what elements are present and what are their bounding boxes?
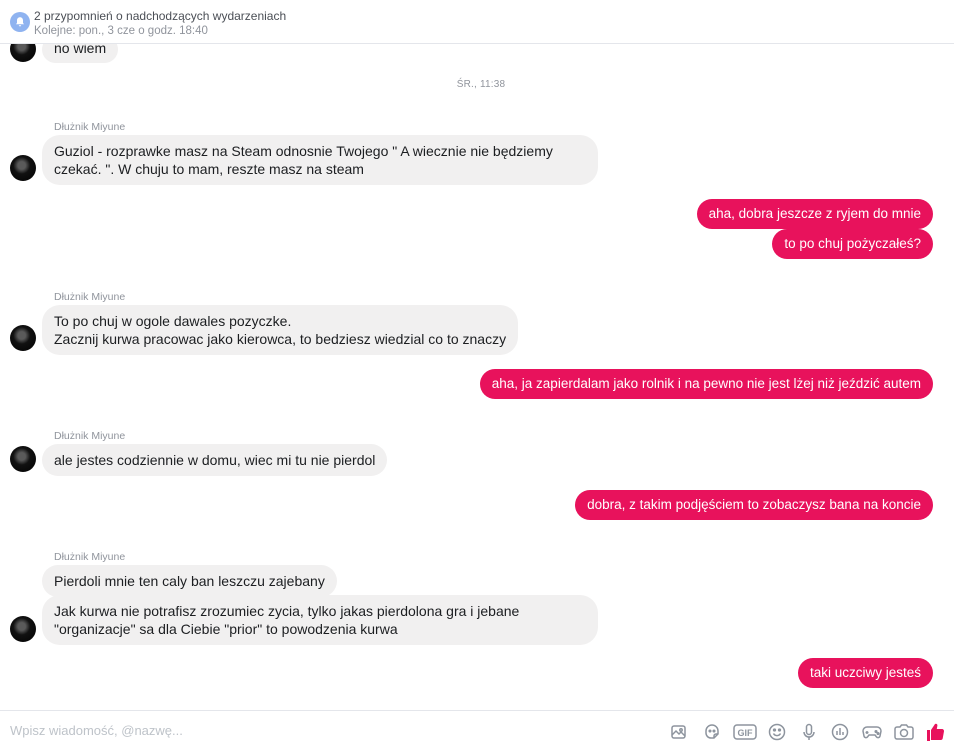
message-line: Zacznij kurwa pracowac jako kierowca, to… (54, 331, 507, 347)
camera-icon[interactable] (893, 721, 915, 743)
message-bubble-outgoing[interactable]: dobra, z takim podjęściem to zobaczysz b… (575, 490, 933, 520)
sticker-image-icon[interactable] (668, 721, 690, 743)
microphone-icon[interactable] (798, 721, 820, 743)
message-bubble-incoming[interactable]: Jak kurwa nie potrafisz zrozumiec zycia,… (42, 595, 598, 645)
message-line: To po chuj w ogole dawales pozyczke. (54, 313, 292, 329)
sender-name: Dłużnik Miyune (54, 291, 126, 303)
message-line: czekać. ". W chuju to mam, reszte masz n… (54, 161, 364, 177)
message-line: Guziol - rozprawke masz na Steam odnosni… (54, 143, 553, 159)
avatar[interactable] (10, 616, 36, 642)
message-bubble-outgoing[interactable]: aha, ja zapierdalam jako rolnik i na pew… (479, 369, 933, 399)
poll-icon[interactable] (829, 721, 851, 743)
message-composer: GIF (0, 710, 954, 750)
sender-name: Dłużnik Miyune (54, 121, 126, 133)
message-bubble-incoming[interactable]: Guziol - rozprawke masz na Steam odnosni… (42, 135, 598, 185)
thumbs-up-icon[interactable] (924, 721, 946, 743)
avatar[interactable] (10, 446, 36, 472)
message-bubble-incoming[interactable]: Pierdoli mnie ten caly ban leszczu zajeb… (42, 565, 337, 597)
emoji-sticker-icon[interactable] (701, 721, 723, 743)
sender-name: Dłużnik Miyune (54, 551, 126, 563)
reminder-subtitle: Kolejne: pon., 3 cze o godz. 18:40 (34, 25, 208, 37)
avatar[interactable] (10, 325, 36, 351)
gif-icon[interactable]: GIF (733, 721, 757, 743)
message-bubble-outgoing[interactable]: taki uczciwy jesteś (797, 658, 933, 688)
reminder-title: 2 przypomnień o nadchodzących wydarzenia… (34, 9, 287, 23)
bell-icon (10, 12, 30, 32)
avatar[interactable] (10, 155, 36, 181)
message-thread[interactable]: no wiem ŚR., 11:38 Dłużnik Miyune Guziol… (0, 44, 954, 710)
game-controller-icon[interactable] (861, 721, 883, 743)
sender-name: Dłużnik Miyune (54, 430, 126, 442)
message-bubble-incoming[interactable]: ale jestes codziennie w domu, wiec mi tu… (42, 444, 388, 476)
avatar[interactable] (10, 44, 36, 62)
svg-text:GIF: GIF (738, 728, 754, 738)
reminder-banner[interactable]: 2 przypomnień o nadchodzących wydarzenia… (0, 0, 954, 44)
message-bubble-outgoing[interactable]: to po chuj pożyczałeś? (772, 229, 933, 259)
message-bubble-incoming[interactable]: To po chuj w ogole dawales pozyczke. Zac… (42, 305, 519, 355)
timestamp-divider: ŚR., 11:38 (456, 79, 506, 90)
message-bubble-incoming[interactable]: no wiem (42, 44, 119, 63)
message-line: Jak kurwa nie potrafisz zrozumiec zycia,… (54, 603, 520, 619)
message-bubble-outgoing[interactable]: aha, dobra jeszcze z ryjem do mnie (696, 199, 933, 229)
message-line: "organizacje" sa dla Ciebie "prior" to p… (54, 621, 398, 637)
message-input[interactable] (10, 723, 570, 738)
emoji-icon[interactable] (766, 721, 788, 743)
